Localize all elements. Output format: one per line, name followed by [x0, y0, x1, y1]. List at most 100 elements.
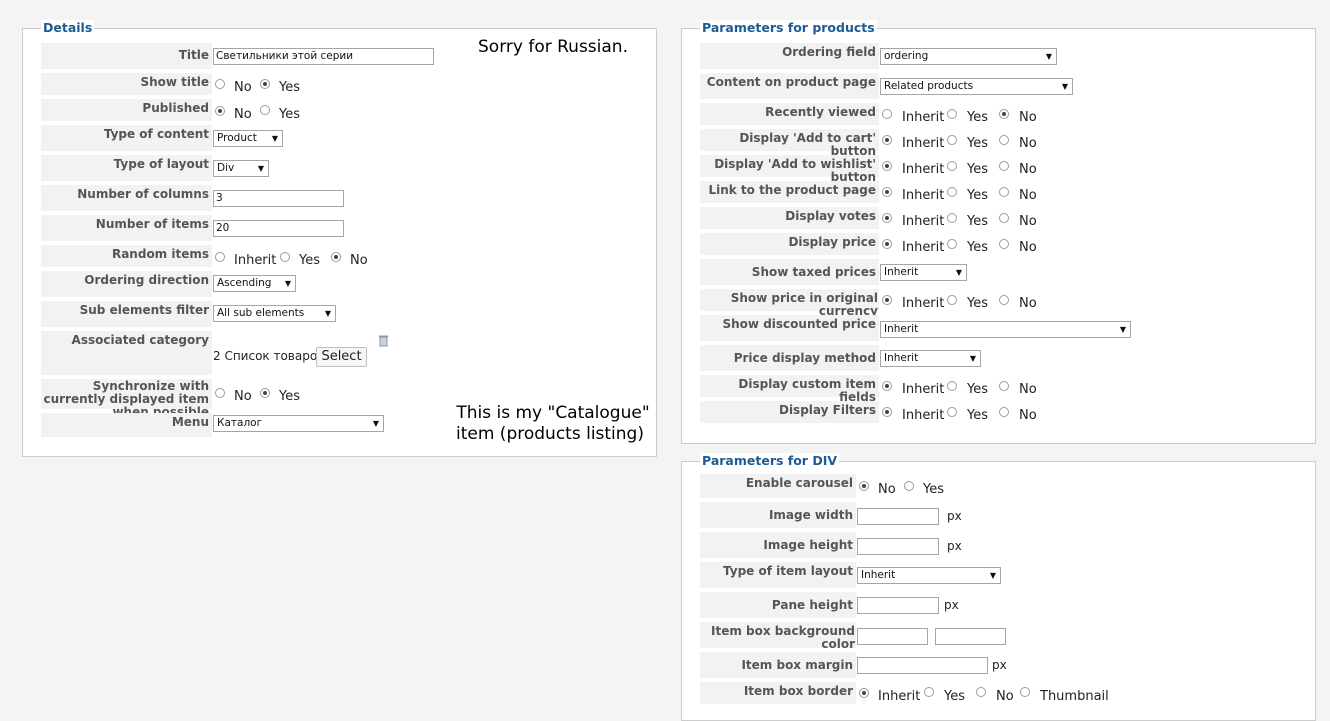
- row-margin: Item box margin px: [682, 652, 1315, 680]
- image-width-unit: px: [947, 509, 962, 523]
- display-votes-yes-radio[interactable]: [947, 213, 957, 223]
- item-layout-select[interactable]: Inherit ▼: [857, 567, 1001, 584]
- ordering-direction-label: Ordering direction: [41, 271, 212, 297]
- show-taxed-label: Show taxed prices: [700, 259, 879, 285]
- row-ordering-direction: Ordering direction Ascending ▼: [23, 271, 656, 299]
- ordering-direction-select[interactable]: Ascending ▼: [213, 275, 296, 292]
- filters-inherit-text: Inherit: [902, 408, 945, 423]
- random-items-inherit-radio[interactable]: [215, 252, 225, 262]
- sub-elements-value: All sub elements: [217, 307, 305, 319]
- row-associated-category: Associated category 2 Список товаров Sel…: [23, 331, 656, 377]
- add-to-cart-no-radio[interactable]: [999, 135, 1009, 145]
- display-price-yes-text: Yes: [967, 240, 988, 255]
- row-show-taxed: Show taxed prices Inherit ▼: [682, 259, 1315, 287]
- note-catalogue-line1: This is my "Catalogue": [456, 403, 650, 423]
- display-votes-no-radio[interactable]: [999, 213, 1009, 223]
- show-discounted-select[interactable]: Inherit ▼: [880, 321, 1131, 338]
- filters-yes-radio[interactable]: [947, 407, 957, 417]
- published-yes-radio[interactable]: [260, 105, 270, 115]
- custom-fields-no-radio[interactable]: [999, 381, 1009, 391]
- image-height-input[interactable]: [857, 538, 939, 555]
- pane-height-unit: px: [944, 598, 959, 612]
- title-input[interactable]: Светильники этой серии: [213, 48, 434, 65]
- display-votes-no-text: No: [1019, 214, 1037, 229]
- price-method-select[interactable]: Inherit ▼: [880, 350, 981, 367]
- add-to-wishlist-inherit-radio[interactable]: [882, 161, 892, 171]
- display-price-label: Display price: [700, 233, 879, 255]
- add-to-cart-yes-radio[interactable]: [947, 135, 957, 145]
- recently-viewed-yes-radio[interactable]: [947, 109, 957, 119]
- border-inherit-radio[interactable]: [859, 688, 869, 698]
- item-layout-label: Type of item layout: [700, 562, 856, 588]
- border-no-radio[interactable]: [976, 687, 986, 697]
- num-columns-label: Number of columns: [41, 185, 212, 211]
- custom-fields-no-text: No: [1019, 382, 1037, 397]
- recently-viewed-inherit-radio[interactable]: [882, 109, 892, 119]
- content-on-page-select[interactable]: Related products ▼: [880, 78, 1073, 95]
- select-category-button[interactable]: Select: [316, 347, 367, 367]
- add-to-wishlist-yes-text: Yes: [967, 162, 988, 177]
- products-legend: Parameters for products: [700, 20, 877, 35]
- add-to-cart-inherit-radio[interactable]: [882, 135, 892, 145]
- clear-category-icon[interactable]: [379, 335, 388, 347]
- link-product-yes-radio[interactable]: [947, 187, 957, 197]
- price-original-inherit-radio[interactable]: [882, 295, 892, 305]
- sync-no-radio[interactable]: [215, 388, 225, 398]
- carousel-yes-radio[interactable]: [904, 481, 914, 491]
- carousel-yes-text: Yes: [923, 482, 944, 497]
- display-votes-inherit-radio[interactable]: [882, 213, 892, 223]
- bg-color-input-1[interactable]: [857, 628, 928, 645]
- price-original-yes-radio[interactable]: [947, 295, 957, 305]
- add-to-wishlist-yes-radio[interactable]: [947, 161, 957, 171]
- add-to-cart-inherit-text: Inherit: [902, 136, 945, 151]
- published-no-radio[interactable]: [215, 106, 225, 116]
- random-items-yes-radio[interactable]: [280, 252, 290, 262]
- num-columns-input[interactable]: 3: [213, 190, 344, 207]
- add-to-wishlist-no-radio[interactable]: [999, 161, 1009, 171]
- row-published: Published No Yes: [23, 99, 656, 123]
- show-title-yes-radio[interactable]: [260, 79, 270, 89]
- carousel-no-radio[interactable]: [859, 481, 869, 491]
- row-price-original: Show price in original currency Inherit …: [682, 289, 1315, 318]
- show-taxed-select[interactable]: Inherit ▼: [880, 264, 967, 281]
- bg-color-input-2[interactable]: [935, 628, 1006, 645]
- display-price-no-radio[interactable]: [999, 239, 1009, 249]
- show-title-no-radio[interactable]: [215, 79, 225, 89]
- ordering-field-select[interactable]: ordering ▼: [880, 48, 1057, 65]
- image-height-unit: px: [947, 539, 962, 553]
- border-thumbnail-radio[interactable]: [1020, 687, 1030, 697]
- display-price-inherit-radio[interactable]: [882, 239, 892, 249]
- link-product-label: Link to the product page: [700, 181, 879, 203]
- pane-height-input[interactable]: [857, 597, 939, 614]
- ordering-field-label: Ordering field: [700, 43, 879, 69]
- filters-yes-text: Yes: [967, 408, 988, 423]
- random-items-no-radio[interactable]: [331, 252, 341, 262]
- custom-fields-yes-radio[interactable]: [947, 381, 957, 391]
- row-bg-color: Item box background color: [682, 622, 1315, 651]
- chevron-down-icon: ▼: [1045, 52, 1052, 61]
- recently-viewed-no-radio[interactable]: [999, 109, 1009, 119]
- sub-elements-select[interactable]: All sub elements ▼: [213, 305, 336, 322]
- menu-select[interactable]: Каталог ▼: [213, 415, 384, 432]
- custom-fields-inherit-radio[interactable]: [882, 381, 892, 391]
- num-items-input[interactable]: 20: [213, 220, 344, 237]
- price-original-no-radio[interactable]: [999, 295, 1009, 305]
- chevron-down-icon: ▼: [284, 279, 291, 288]
- link-product-inherit-radio[interactable]: [882, 187, 892, 197]
- sync-yes-radio[interactable]: [260, 388, 270, 398]
- link-product-no-radio[interactable]: [999, 187, 1009, 197]
- ordering-direction-value: Ascending: [217, 277, 272, 289]
- margin-input[interactable]: [857, 657, 988, 674]
- type-of-layout-select[interactable]: Div ▼: [213, 160, 269, 177]
- price-original-yes-text: Yes: [967, 296, 988, 311]
- details-legend: Details: [41, 20, 95, 35]
- type-of-content-select[interactable]: Product ▼: [213, 130, 283, 147]
- border-yes-radio[interactable]: [924, 687, 934, 697]
- image-width-input[interactable]: [857, 508, 939, 525]
- filters-inherit-radio[interactable]: [882, 407, 892, 417]
- chevron-down-icon: ▼: [257, 164, 264, 173]
- link-product-inherit-text: Inherit: [902, 188, 945, 203]
- display-price-yes-radio[interactable]: [947, 239, 957, 249]
- filters-no-radio[interactable]: [999, 407, 1009, 417]
- filters-label: Display Filters: [700, 401, 879, 423]
